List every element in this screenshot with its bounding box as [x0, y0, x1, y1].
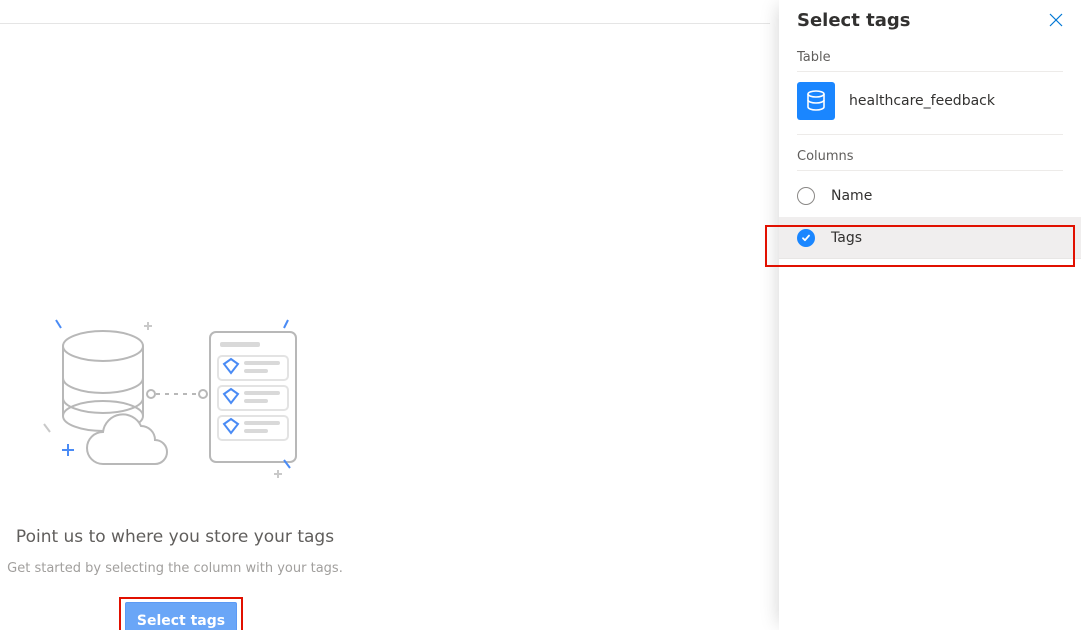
empty-state-title: Point us to where you store your tags [0, 527, 350, 547]
close-panel-button[interactable] [1042, 6, 1070, 34]
table-section-label: Table [779, 36, 1081, 71]
table-row: healthcare_feedback [779, 72, 1081, 134]
tags-illustration [38, 314, 308, 484]
column-row-name[interactable]: Name [779, 175, 1081, 217]
panel-title: Select tags [797, 10, 910, 31]
table-name: healthcare_feedback [849, 93, 995, 109]
select-tags-panel: Select tags Table healthcare_feedback Co… [779, 0, 1081, 630]
empty-state-subtitle: Get started by selecting the column with… [0, 561, 350, 576]
columns-list: Name Tags [779, 171, 1081, 259]
check-icon [801, 233, 811, 243]
column-label: Tags [831, 230, 862, 246]
select-tags-button-highlight: Select tags [119, 597, 243, 630]
column-row-tags[interactable]: Tags [779, 217, 1081, 259]
select-tags-button[interactable]: Select tags [125, 602, 237, 630]
radio-unchecked-icon [797, 187, 815, 205]
close-icon [1049, 13, 1063, 27]
columns-section-label: Columns [779, 135, 1081, 170]
empty-state: Point us to where you store your tags Ge… [0, 24, 770, 630]
radio-checked-icon [797, 229, 815, 247]
column-label: Name [831, 188, 872, 204]
database-icon [797, 82, 835, 120]
